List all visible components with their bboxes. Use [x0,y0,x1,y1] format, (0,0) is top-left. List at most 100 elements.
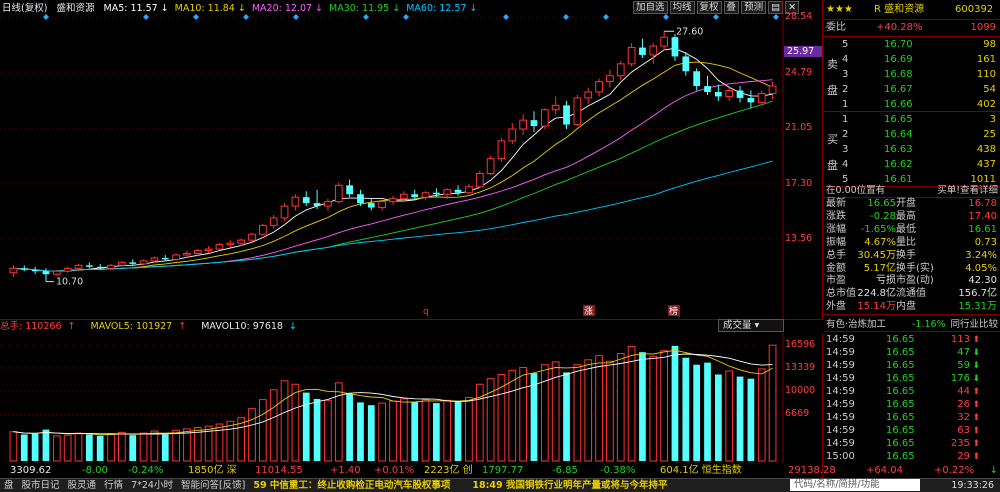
tick-price: 16.65 [886,412,915,423]
sell-side-label: 卖盘 [827,58,838,97]
volume-bar [367,405,375,461]
ask-row: 4 16.69 161 [824,53,1000,67]
index-strip-value: -6.85 [552,465,578,476]
candle [172,253,180,261]
bid-volume: 3 [989,114,996,125]
candle [704,75,711,95]
bid-price: 16.63 [884,144,913,155]
bottom-tab-3[interactable]: 行情 [100,479,127,492]
candle [324,198,332,211]
tick-price: 16.65 [886,399,915,410]
stat-row: 总手 30.45万 换手 3.24% [824,249,1000,263]
stat-label: 总市值 [826,288,856,300]
candle [258,223,267,236]
volume-chart[interactable] [0,333,823,463]
candle [682,52,690,76]
tick-row: 14:59 16.65 47 ⬇ [824,346,1000,360]
news-ticker-2[interactable]: 18:49 我国铜铁行业明年产量或将与今年持平 [468,479,671,492]
bid-row: 4 16.62 437 [824,158,1000,172]
low-annotation: 10.70 [56,277,83,288]
candlestick-chart[interactable]: 27.60 10.70 q 涨 榜 [0,0,823,320]
tick-volume: 44 [957,386,970,397]
volume-bar [42,429,50,461]
index-strip-value: -0.24% [128,465,164,476]
candle [519,114,528,135]
volume-bar [74,432,83,462]
bid-row: 3 16.63 438 [824,143,1000,157]
bid-level: 4 [842,159,849,170]
industry-label: 有色·治炼加工 [826,319,887,330]
bottom-tab-1[interactable]: 股市日记 [18,479,64,492]
stat-value: 16.61 [968,223,997,235]
volume-bar [454,401,462,461]
volume-bar [226,420,235,462]
candle [736,86,744,103]
stat-value: 15.14万 [857,301,896,313]
volume-bar [714,374,722,461]
volume-bar [584,359,593,462]
volume-bar [519,367,528,462]
ask-level: 1 [842,99,849,110]
hs-index-change: +64.04 [866,465,904,476]
volume-bar [118,431,126,462]
quote-panel: ★★★ R 盛和资源 600392 委比 +40.28% 1099 5 16.70 98 4 16.… [788,0,1000,478]
volume-bar [530,373,538,461]
tick-price: 16.65 [886,334,915,345]
info-marker-icon [193,14,199,20]
detail-link[interactable]: 买单!查看详细 [937,184,998,198]
volume-bar [357,402,364,461]
ma60-line [13,160,773,272]
news-ticker[interactable]: 59 中信重工：终止收购检正电动汽车股权事项 [249,479,454,492]
bottom-tab-0[interactable]: 盘 [0,479,18,492]
search-input[interactable]: 代码/名称/简拼/功能 [790,479,920,491]
candle [204,246,213,254]
bottom-tab-2[interactable]: 股灵通 [64,479,101,492]
bottom-tab-4[interactable]: 7*24小时 [127,479,177,492]
indicator-select[interactable]: 成交量 ▾ [718,319,784,332]
index-strip-value: 1797.77 [482,465,524,476]
tick-row: 14:59 16.65 59 ⬇ [824,359,1000,373]
status-bar: 盘股市日记 股灵通 行情 7*24小时 智能问答[反馈] 59 中信重工：终止收购检正电动… [0,478,1000,492]
weibi-count: 1099 [970,22,996,33]
stat-label: 涨幅 [826,223,846,235]
tick-volume: 63 [957,425,970,436]
tick-time: 14:59 [826,386,855,397]
stat-label: 总手 [826,249,846,261]
bottom-tab-5[interactable]: 智能问答[反馈] [177,479,249,492]
volume-bar [215,423,224,462]
volume-bar [736,376,744,461]
ask-volume: 54 [983,84,996,95]
ask-level: 3 [842,69,849,80]
volume-bar [433,403,440,461]
chart-area[interactable]: 日线(复权) 盛和资源 MA5: 11.57 ↓ MA10: 11.84 ↓ MA2… [0,0,823,478]
ask-level: 5 [842,39,849,50]
stat-value: 4.05% [965,262,997,274]
candle [74,263,83,270]
mavol5-label: MAVOL5: 101927 [90,321,173,332]
candle [226,240,235,248]
stat-label: 流通值 [896,288,926,300]
candle [508,123,517,144]
stat-value: 42.30 [968,275,997,287]
volume-bar [52,435,61,462]
tick-volume: 47 [957,347,970,358]
candle [540,108,549,130]
tick-time: 14:59 [826,412,855,423]
volume-bar [31,433,39,461]
stat-value: 30.45万 [857,249,896,261]
volume-bar [107,433,115,462]
industry-compare-link[interactable]: 同行业比较 [950,318,998,332]
stat-label: 市盈 [826,275,846,287]
stat-row: 涨跌 -0.28 最高 17.40 [824,210,1000,224]
index-strip: 3309.62 -8.00 -0.24% 1850亿 深 11014.55 +1.40 +0… [0,464,823,478]
candle [627,43,636,67]
stat-label: 换手(实) [896,262,934,274]
info-marker-icon [403,14,409,20]
ask-volume: 161 [976,54,996,65]
candle [595,78,603,97]
bid-volume: 25 [983,129,996,140]
stat-value: 15.31万 [958,301,997,313]
volume-bar [627,346,636,462]
divider [824,111,1000,112]
stat-label: 最低 [896,223,916,235]
